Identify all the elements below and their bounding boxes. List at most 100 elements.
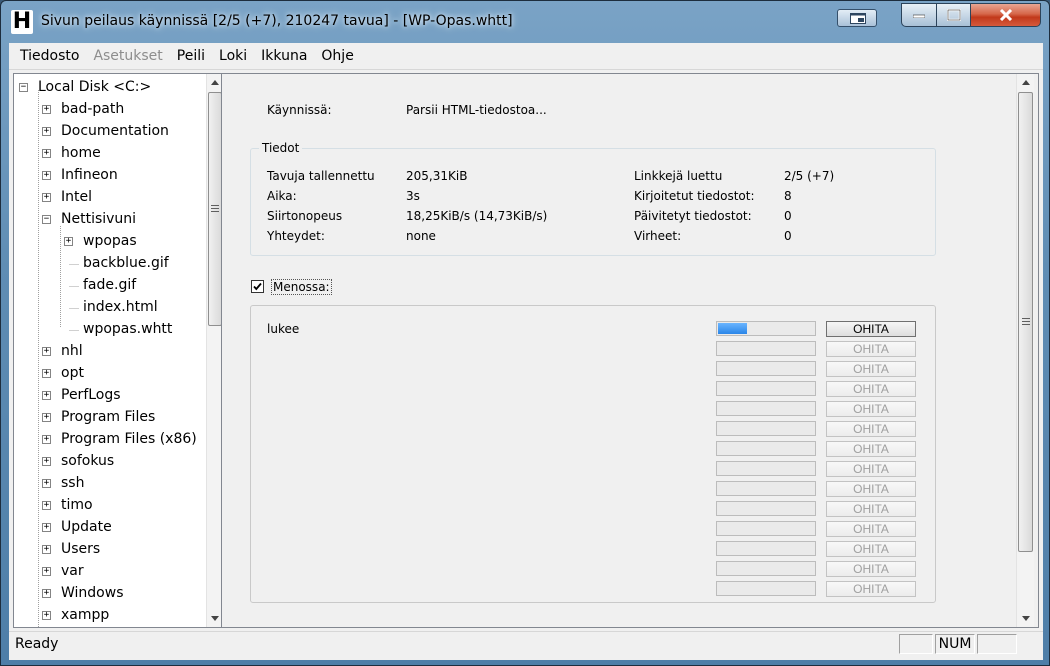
skip-button[interactable]: OHITA [826, 541, 916, 557]
tree-item[interactable]: + timo [14, 495, 206, 517]
tree-item-label: sofokus [61, 453, 115, 469]
info-value: 3s [406, 189, 420, 203]
skip-button[interactable]: OHITA [826, 561, 916, 577]
expand-icon[interactable]: + [42, 347, 51, 356]
maximize-icon [946, 9, 961, 21]
main-scroll-down-arrow[interactable] [1017, 610, 1034, 627]
tree-item[interactable]: + nhl [14, 341, 206, 363]
skip-button[interactable]: OHITA [826, 421, 916, 437]
expand-icon[interactable]: + [42, 391, 51, 400]
menu-peili[interactable]: Peili [170, 48, 212, 64]
menu-ohje[interactable]: Ohje [314, 48, 360, 64]
expand-icon[interactable]: + [42, 567, 51, 576]
expand-icon[interactable]: + [42, 171, 51, 180]
expand-icon[interactable]: + [42, 413, 51, 422]
main-scrollbar[interactable] [1016, 74, 1034, 627]
collapse-icon[interactable]: − [42, 215, 51, 224]
menu-asetukset[interactable]: Asetukset [86, 48, 169, 64]
tree-item[interactable]: + home [14, 143, 206, 165]
tree-item[interactable]: + Infineon [14, 165, 206, 187]
menu-bar: Tiedosto Asetukset Peili Loki Ikkuna Ohje [9, 43, 1043, 70]
expand-icon[interactable]: + [42, 589, 51, 598]
scroll-thumb[interactable] [208, 92, 222, 326]
status-cell-num: NUM [935, 634, 975, 654]
arrow-down-icon [211, 616, 219, 621]
tree-item-label: nhl [61, 343, 83, 359]
tree-item[interactable]: backblue.gif [14, 253, 206, 275]
maximize-button[interactable] [937, 3, 971, 27]
main-scroll-up-arrow[interactable] [1017, 74, 1034, 91]
tree-item-label: Local Disk <C:> [38, 79, 152, 95]
tree-item-label: xampp [61, 607, 110, 623]
skip-button[interactable]: OHITA [826, 441, 916, 457]
main-scroll-thumb[interactable] [1018, 92, 1033, 552]
skip-button[interactable]: OHITA [826, 521, 916, 537]
expand-icon[interactable]: + [42, 611, 51, 620]
collapse-icon[interactable]: − [19, 83, 28, 92]
expand-icon[interactable]: + [42, 523, 51, 532]
minimize-button[interactable] [901, 3, 937, 27]
transfer-progress-bar [716, 501, 816, 516]
progress-fill [718, 323, 748, 334]
folder-tree[interactable]: − Local Disk <C:> + bad-path + Documentation +… [13, 73, 223, 628]
transfer-progress-bar [716, 441, 816, 456]
expand-icon[interactable]: + [42, 127, 51, 136]
tree-item[interactable]: + wpopas [14, 231, 206, 253]
tree-item[interactable]: + bad-path [14, 99, 206, 121]
skip-button[interactable]: OHITA [826, 501, 916, 517]
expand-icon[interactable]: + [42, 369, 51, 378]
tree-item[interactable]: + opt [14, 363, 206, 385]
tree-item[interactable]: + Update [14, 517, 206, 539]
tree-item[interactable]: + Program Files [14, 407, 206, 429]
expand-icon[interactable]: + [42, 479, 51, 488]
expand-icon[interactable]: + [42, 149, 51, 158]
tree-item[interactable]: + Users [14, 539, 206, 561]
tree-item[interactable]: + var [14, 561, 206, 583]
skip-button[interactable]: OHITA [826, 481, 916, 497]
transfer-progress-bar [716, 561, 816, 576]
tree-item[interactable]: + Program Files (x86) [14, 429, 206, 451]
skip-button[interactable]: OHITA [826, 361, 916, 377]
menu-ikkuna[interactable]: Ikkuna [254, 48, 314, 64]
tree-item[interactable]: fade.gif [14, 275, 206, 297]
expand-icon[interactable]: + [42, 193, 51, 202]
expand-icon[interactable]: + [42, 501, 51, 510]
expand-icon[interactable]: + [64, 237, 73, 246]
tree-item[interactable]: wpopas.whtt [14, 319, 206, 341]
tree-item[interactable]: + PerfLogs [14, 385, 206, 407]
tree-item[interactable]: + Intel [14, 187, 206, 209]
menu-loki[interactable]: Loki [212, 48, 254, 64]
skip-button[interactable]: OHITA [826, 381, 916, 397]
tree-item-label: fade.gif [83, 277, 137, 293]
tree-item[interactable]: + ssh [14, 473, 206, 495]
tree-item-label: wpopas.whtt [83, 321, 173, 337]
close-button[interactable] [971, 3, 1041, 27]
tree-item[interactable]: − Nettisivuni [14, 209, 206, 231]
transfer-progress-bar [716, 541, 816, 556]
tree-item[interactable]: + sofokus [14, 451, 206, 473]
expand-icon[interactable]: + [42, 105, 51, 114]
app-icon[interactable]: H [11, 10, 33, 34]
skip-button[interactable]: OHITA [826, 341, 916, 357]
menu-tiedosto[interactable]: Tiedosto [13, 48, 86, 64]
info-label: Siirtonopeus [267, 209, 343, 223]
title-bar[interactable]: H Sivun peilaus käynnissä [2/5 (+7), 210… [1, 1, 1049, 41]
skip-button[interactable]: OHITA [826, 321, 916, 337]
tree-item[interactable]: + Windows [14, 583, 206, 605]
window-switch-button[interactable] [837, 9, 877, 27]
in-progress-label[interactable]: Menossa: [271, 279, 332, 295]
tree-item[interactable]: + xampp [14, 605, 206, 627]
tree-item[interactable]: + Documentation [14, 121, 206, 143]
skip-button[interactable]: OHITA [826, 461, 916, 477]
skip-button[interactable]: OHITA [826, 401, 916, 417]
info-label: Linkkejä luettu [634, 169, 723, 183]
in-progress-checkbox[interactable] [251, 280, 264, 293]
skip-button[interactable]: OHITA [826, 581, 916, 597]
tree-item[interactable]: − Local Disk <C:> [14, 77, 206, 99]
expand-icon[interactable]: + [42, 545, 51, 554]
tree-item[interactable]: index.html [14, 297, 206, 319]
transfer-progress-bar [716, 521, 816, 536]
expand-icon[interactable]: + [42, 435, 51, 444]
tree-item-label: ssh [61, 475, 85, 491]
expand-icon[interactable]: + [42, 457, 51, 466]
